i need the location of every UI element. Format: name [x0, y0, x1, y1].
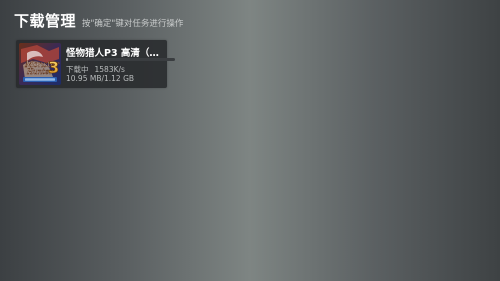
- task-title: 怪物猎人P3 高清（汉化版）: [66, 48, 162, 59]
- operation-hint: 按"确定"键对任务进行操作: [82, 19, 184, 29]
- svg-text:3: 3: [48, 58, 59, 77]
- download-task-card[interactable]: Monster Hunter 3 怪物猎人P3 高清（汉化版） 下载中 1583K…: [16, 40, 175, 88]
- size-progress-label: 10.95 MB/1.12 GB: [66, 74, 135, 83]
- page-title: 下载管理: [14, 12, 77, 30]
- speed-label: 1583K/s: [94, 65, 125, 74]
- progress-bar-fill: [66, 58, 69, 61]
- monster-hunter-cover-icon: Monster Hunter 3: [19, 43, 61, 85]
- progress-bar: [66, 58, 175, 61]
- header: 下载管理 按"确定"键对任务进行操作: [14, 10, 183, 31]
- status-label: 下载中: [66, 65, 89, 74]
